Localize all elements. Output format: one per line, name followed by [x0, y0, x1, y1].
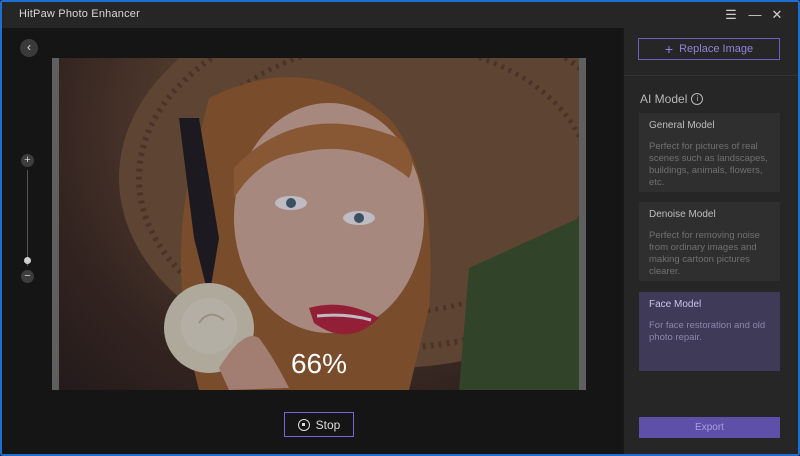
back-icon[interactable]: ‹ [20, 39, 38, 57]
replace-image-button[interactable]: + Replace Image [638, 38, 780, 60]
sidebar: + Replace Image AI Model i General Model… [624, 28, 798, 454]
plus-icon: + [664, 41, 674, 57]
app-title: HitPaw Photo Enhancer [19, 8, 140, 20]
zoom-slider-handle[interactable] [24, 257, 31, 264]
zoom-in-icon[interactable]: + [21, 154, 34, 167]
model-description: Perfect for pictures of real scenes such… [649, 141, 768, 188]
progress-percent: 66% [290, 348, 348, 379]
app-window: HitPaw Photo Enhancer ☰ — ✕ ‹ + − 66% St… [0, 0, 800, 456]
title-bar: HitPaw Photo Enhancer ☰ — ✕ [2, 2, 798, 28]
zoom-slider-track[interactable] [27, 170, 28, 266]
model-card-face[interactable]: Face Model For face restoration and old … [639, 292, 780, 371]
preview-area: ‹ + − 66% Stop [2, 28, 622, 454]
ai-model-title: AI Model [640, 92, 688, 106]
model-name: General Model [649, 120, 715, 131]
portrait-image [59, 58, 579, 390]
model-description: For face restoration and old photo repai… [649, 320, 766, 343]
info-icon[interactable]: i [691, 93, 704, 105]
zoom-out-icon[interactable]: − [21, 270, 34, 283]
model-card-general[interactable]: General Model Perfect for pictures of re… [639, 113, 780, 192]
stop-button[interactable]: Stop [284, 412, 354, 437]
stop-label: Stop [315, 417, 341, 432]
minimize-icon[interactable]: — [746, 6, 764, 24]
photo-preview: 66% [52, 58, 586, 390]
model-name: Denoise Model [649, 209, 716, 220]
close-icon[interactable]: ✕ [768, 6, 786, 24]
model-description: Perfect for removing noise from ordinary… [649, 230, 760, 277]
model-card-denoise[interactable]: Denoise Model Perfect for removing noise… [639, 202, 780, 281]
menu-icon[interactable]: ☰ [722, 6, 740, 24]
stop-icon [297, 418, 310, 431]
replace-image-label: Replace Image [679, 43, 754, 55]
ai-model-heading: AI Model i [640, 92, 704, 106]
export-button[interactable]: Export [639, 417, 780, 438]
sidebar-divider [624, 75, 798, 76]
processing-overlay [59, 58, 579, 390]
model-name: Face Model [649, 299, 702, 310]
